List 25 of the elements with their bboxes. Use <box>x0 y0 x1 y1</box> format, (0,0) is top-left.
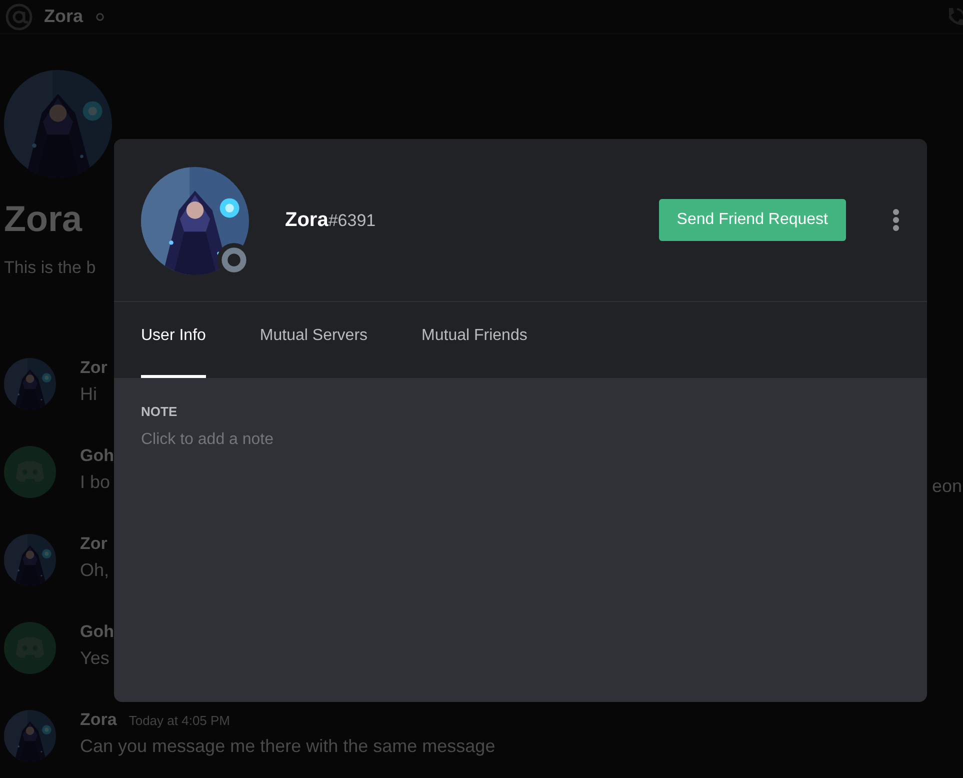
message-timestamp: Today at 4:05 PM <box>128 713 230 728</box>
message-author: Goh <box>80 446 114 466</box>
message-text: eon <box>932 476 962 497</box>
message-author: Zor <box>80 358 108 378</box>
message-text: Can you message me there with the same message <box>80 736 496 757</box>
message-author: Goh <box>80 622 114 642</box>
intro-name: Zora <box>4 198 82 240</box>
note-label: NOTE <box>141 404 178 419</box>
message-text: I bo <box>80 472 112 493</box>
chat-logo-icon <box>4 446 56 498</box>
message-author: Zor <box>80 534 108 554</box>
profile-tab[interactable]: Mutual Servers <box>260 302 368 378</box>
message-author: Zora <box>80 710 117 730</box>
profile-tab[interactable]: Mutual Friends <box>422 302 528 378</box>
message-text: Oh, <box>80 560 110 581</box>
note-field[interactable]: Click to add a note <box>141 431 441 449</box>
profile-username: Zora#6391 <box>285 208 377 232</box>
profile-tab[interactable]: User Info <box>141 302 206 378</box>
chat-logo-icon <box>4 622 56 674</box>
intro-text: This is the b <box>4 258 96 278</box>
message-text: Yes <box>80 648 110 669</box>
more-options-icon[interactable] <box>892 208 900 232</box>
channel-title: Zora <box>44 6 84 27</box>
at-sign-icon <box>4 2 34 32</box>
message-text: Hi <box>80 384 98 405</box>
